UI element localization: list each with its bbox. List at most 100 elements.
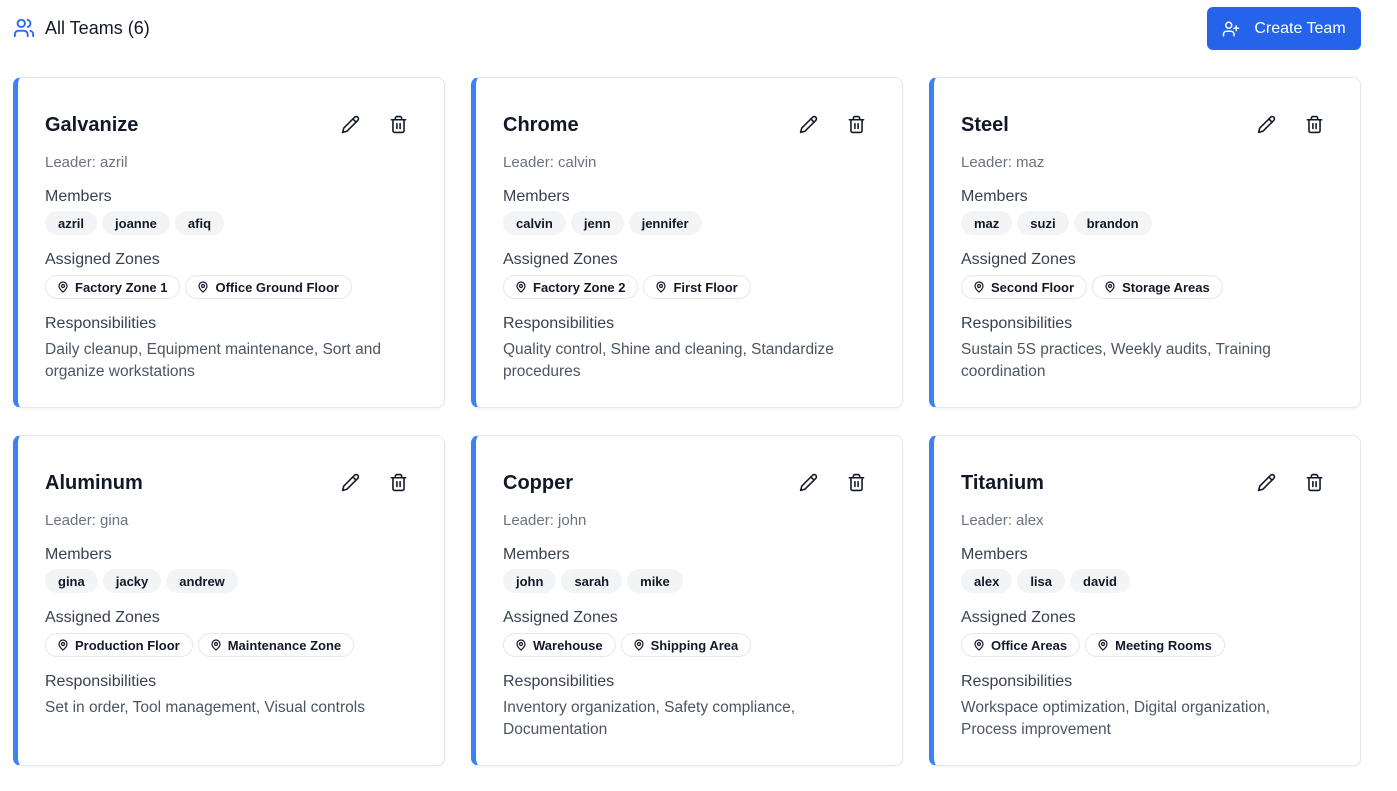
responsibilities-label: Responsibilities xyxy=(961,673,1073,690)
create-team-label: Create Team xyxy=(1254,19,1346,37)
map-pin-icon xyxy=(57,639,69,651)
zone-chip: Second Floor xyxy=(961,275,1088,299)
team-leader: Leader: azril xyxy=(45,154,128,171)
page-title: All Teams (6) xyxy=(13,17,150,39)
zone-chip: Production Floor xyxy=(45,633,193,657)
zone-chip: Meeting Rooms xyxy=(1085,633,1225,657)
members-list: gina jacky andrew xyxy=(45,569,238,593)
member-chip: joanne xyxy=(102,211,170,235)
map-pin-icon xyxy=(655,281,667,293)
map-pin-icon xyxy=(57,281,69,293)
card-actions xyxy=(1256,472,1324,492)
responsibilities-text: Inventory organization, Safety complianc… xyxy=(503,699,796,738)
zones-label: Assigned Zones xyxy=(503,251,618,268)
user-plus-icon xyxy=(1222,20,1240,38)
map-pin-icon xyxy=(210,639,222,651)
member-chip: alex xyxy=(961,569,1013,593)
zone-label: Office Areas xyxy=(991,637,1068,653)
responsibilities-text: Sustain 5S practices, Weekly audits, Tra… xyxy=(961,341,1271,380)
zone-chip: Storage Areas xyxy=(1092,275,1223,299)
zone-label: Second Floor xyxy=(991,279,1075,295)
edit-icon[interactable] xyxy=(340,472,360,492)
responsibilities-label: Responsibilities xyxy=(961,315,1073,332)
member-chip: maz xyxy=(961,211,1013,235)
responsibilities-text: Daily cleanup, Equipment maintenance, So… xyxy=(45,341,382,380)
member-chip: gina xyxy=(45,569,98,593)
edit-icon[interactable] xyxy=(1256,472,1276,492)
map-pin-icon xyxy=(515,281,527,293)
zone-label: Factory Zone 1 xyxy=(75,279,168,295)
zone-chip: Office Ground Floor xyxy=(185,275,352,299)
zone-chip: First Floor xyxy=(643,275,751,299)
team-leader: Leader: gina xyxy=(45,512,129,529)
card-actions xyxy=(798,114,866,134)
member-chip: david xyxy=(1070,569,1130,593)
zone-label: First Floor xyxy=(673,279,738,295)
members-label: Members xyxy=(961,188,1028,205)
responsibilities-label: Responsibilities xyxy=(45,315,157,332)
member-chip: mike xyxy=(627,569,683,593)
member-chip: andrew xyxy=(166,569,238,593)
edit-icon[interactable] xyxy=(340,114,360,134)
team-card-aluminum: Aluminum Leader: gina Members gina jacky a… xyxy=(13,435,445,766)
edit-icon[interactable] xyxy=(798,114,818,134)
trash-icon[interactable] xyxy=(388,114,408,134)
map-pin-icon xyxy=(633,639,645,651)
team-card-titanium: Titanium Leader: alex Members alex lisa da… xyxy=(929,435,1361,766)
trash-icon[interactable] xyxy=(846,472,866,492)
team-card-galvanize: Galvanize Leader: azril Members azril joa… xyxy=(13,77,445,408)
members-list: john sarah mike xyxy=(503,569,683,593)
member-chip: suzi xyxy=(1017,211,1069,235)
team-name: Copper xyxy=(503,472,573,494)
responsibilities-text: Workspace optimization, Digital organiza… xyxy=(961,699,1271,738)
team-name: Chrome xyxy=(503,114,579,136)
zone-chip: Office Areas xyxy=(961,633,1081,657)
team-name: Galvanize xyxy=(45,114,139,136)
team-leader: Leader: calvin xyxy=(503,154,597,171)
members-label: Members xyxy=(503,188,570,205)
team-name: Steel xyxy=(961,114,1009,136)
responsibilities-text: Quality control, Shine and cleaning, Sta… xyxy=(503,341,834,380)
map-pin-icon xyxy=(973,639,985,651)
zone-label: Meeting Rooms xyxy=(1115,637,1212,653)
trash-icon[interactable] xyxy=(388,472,408,492)
map-pin-icon xyxy=(1104,281,1116,293)
zone-chip: Maintenance Zone xyxy=(197,633,355,657)
team-grid: Galvanize Leader: azril Members azril joa… xyxy=(13,77,1361,766)
map-pin-icon xyxy=(973,281,985,293)
trash-icon[interactable] xyxy=(846,114,866,134)
trash-icon[interactable] xyxy=(1304,472,1324,492)
zones-list: Production Floor Maintenance Zone xyxy=(45,633,355,657)
zones-list: Factory Zone 1 Office Ground Floor xyxy=(45,275,352,299)
zone-chip: Factory Zone 2 xyxy=(503,275,639,299)
member-chip: afiq xyxy=(174,211,225,235)
users-icon xyxy=(13,17,35,39)
member-chip: john xyxy=(503,569,557,593)
members-list: azril joanne afiq xyxy=(45,211,225,235)
trash-icon[interactable] xyxy=(1304,114,1324,134)
zones-label: Assigned Zones xyxy=(45,251,160,268)
zones-list: Warehouse Shipping Area xyxy=(503,633,752,657)
team-name: Titanium xyxy=(961,472,1044,494)
zone-label: Production Floor xyxy=(75,637,180,653)
map-pin-icon xyxy=(197,281,209,293)
edit-icon[interactable] xyxy=(798,472,818,492)
responsibilities-label: Responsibilities xyxy=(503,315,615,332)
map-pin-icon xyxy=(515,639,527,651)
zone-label: Factory Zone 2 xyxy=(533,279,626,295)
page-header: All Teams (6) Create Team xyxy=(13,7,1361,50)
create-team-button[interactable]: Create Team xyxy=(1207,7,1361,50)
member-chip: jacky xyxy=(102,569,162,593)
zones-list: Office Areas Meeting Rooms xyxy=(961,633,1225,657)
team-leader: Leader: maz xyxy=(961,154,1045,171)
members-label: Members xyxy=(961,546,1028,563)
zone-chip: Warehouse xyxy=(503,633,616,657)
page-title-text: All Teams (6) xyxy=(45,17,150,38)
zone-label: Office Ground Floor xyxy=(215,279,339,295)
edit-icon[interactable] xyxy=(1256,114,1276,134)
responsibilities-label: Responsibilities xyxy=(503,673,615,690)
responsibilities-text: Set in order, Tool management, Visual co… xyxy=(45,699,365,716)
zones-label: Assigned Zones xyxy=(503,609,618,626)
zones-label: Assigned Zones xyxy=(45,609,160,626)
member-chip: jenn xyxy=(570,211,624,235)
